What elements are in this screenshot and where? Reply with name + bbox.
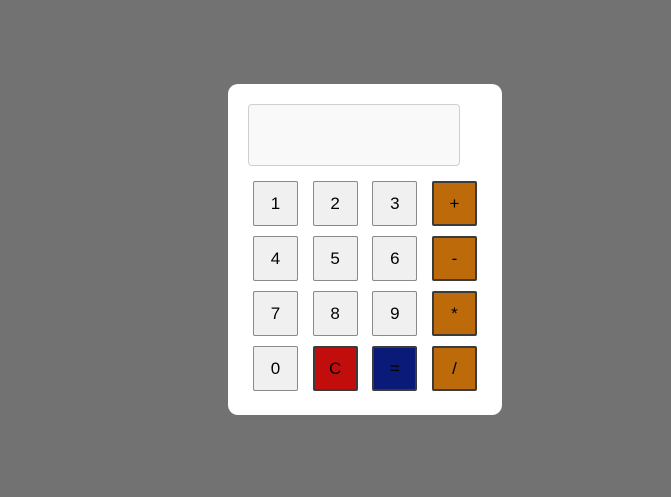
calculator-display[interactable] [248, 104, 460, 166]
key-0-button[interactable]: 0 [253, 346, 298, 391]
calculator-panel: 1 2 3 +4 5 6- 7 8 9 * 0 C = / [228, 84, 502, 415]
add-button[interactable]: + [431, 181, 477, 226]
key-1-button[interactable]: 1 [253, 181, 298, 226]
key-5-button[interactable]: 5 [312, 236, 358, 281]
key-4-button[interactable]: 4 [253, 236, 298, 281]
equals-button[interactable]: = [372, 346, 418, 391]
subtract-button[interactable]: - [431, 236, 477, 281]
key-6-button[interactable]: 6 [372, 236, 418, 281]
key-8-button[interactable]: 8 [312, 291, 358, 336]
divide-button[interactable]: / [431, 346, 477, 391]
keypad: 1 2 3 +4 5 6- 7 8 9 * 0 C = / [253, 181, 477, 391]
clear-button[interactable]: C [312, 346, 358, 391]
multiply-button[interactable]: * [431, 291, 477, 336]
key-7-button[interactable]: 7 [253, 291, 298, 336]
key-3-button[interactable]: 3 [372, 181, 418, 226]
key-2-button[interactable]: 2 [312, 181, 358, 226]
key-9-button[interactable]: 9 [372, 291, 418, 336]
